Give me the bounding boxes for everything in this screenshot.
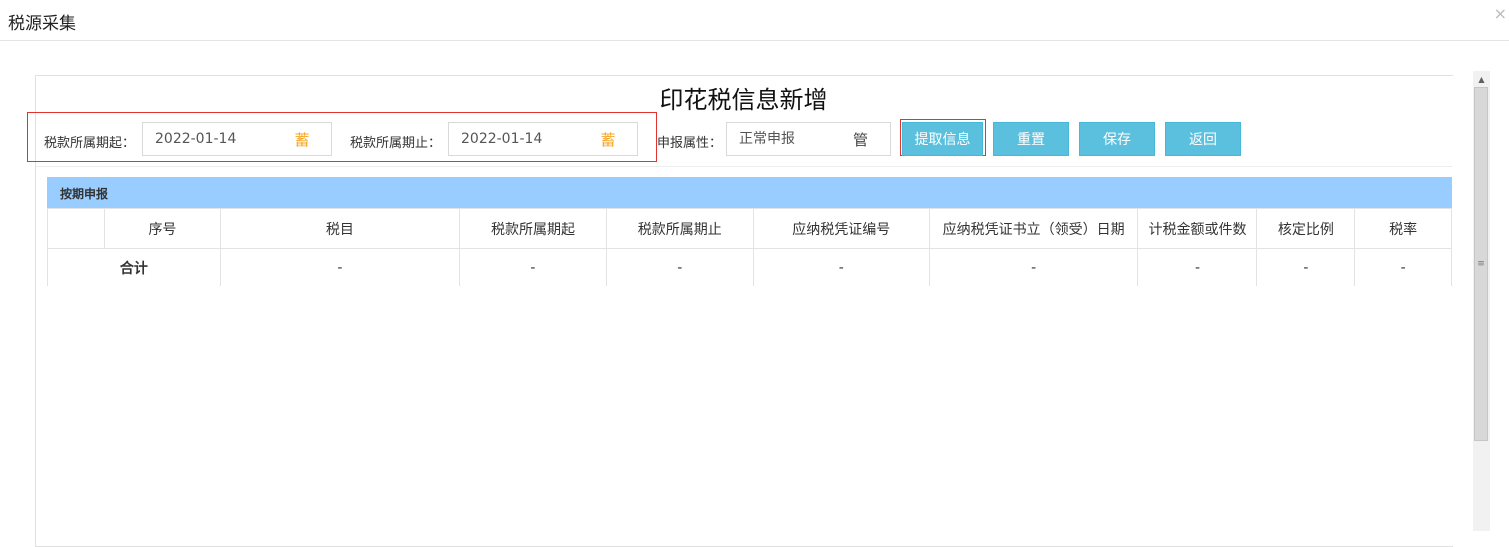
period-start-label: 税款所属期起： [44, 136, 136, 151]
table-header-row: 序号 税目 税款所属期起 税款所属期止 应纳税凭证编号 应纳税凭证书立（领受）日… [47, 208, 1452, 249]
vertical-scrollbar[interactable]: ▲ ≡ [1473, 71, 1490, 531]
window-header: 税源采集 × [0, 0, 1509, 41]
column-header: 核定比例 [1256, 208, 1356, 249]
column-header: 应纳税凭证书立（领受）日期 [928, 208, 1139, 249]
scroll-thumb[interactable]: ≡ [1474, 87, 1488, 441]
column-header: 税率 [1354, 208, 1452, 249]
declare-attr-label: 申报属性： [657, 136, 723, 151]
column-header: 应纳税凭证编号 [752, 208, 930, 249]
close-icon[interactable]: × [1494, 6, 1507, 22]
column-header [47, 208, 106, 249]
table-cell: - [752, 248, 930, 286]
save-button[interactable]: 保存 [1079, 122, 1155, 156]
column-header: 计税金额或件数 [1137, 208, 1258, 249]
page-title: 印花税信息新增 [659, 86, 828, 114]
table-cell: - [928, 248, 1139, 286]
table-cell: - [1354, 248, 1452, 286]
table-total-row: 合计 - - - - - - - - [47, 248, 1452, 286]
scroll-up-icon[interactable]: ▲ [1473, 71, 1490, 87]
section-title: 按期申报 [60, 187, 109, 201]
period-start-input[interactable]: 2022-01-14 [142, 122, 274, 156]
total-label: 合计 [47, 248, 221, 286]
table-cell: - [605, 248, 754, 286]
back-button[interactable]: 返回 [1165, 122, 1241, 156]
section-header: 按期申报 [47, 177, 1452, 208]
column-header: 序号 [104, 208, 221, 249]
table-cell: - [219, 248, 461, 286]
declare-attr-select[interactable]: 正常申报 [726, 122, 832, 156]
calendar-icon[interactable]: 蓄 [579, 122, 638, 156]
table-cell: - [1256, 248, 1356, 286]
window-title: 税源采集 [8, 14, 76, 34]
declaration-table: 序号 税目 税款所属期起 税款所属期止 应纳税凭证编号 应纳税凭证书立（领受）日… [47, 208, 1452, 286]
column-header: 税目 [219, 208, 461, 249]
period-end-label: 税款所属期止： [350, 136, 442, 151]
table-cell: - [1137, 248, 1258, 286]
form-divider [36, 166, 1452, 167]
fetch-info-button[interactable]: 提取信息 [902, 122, 983, 156]
reset-button[interactable]: 重置 [993, 122, 1069, 156]
select-icon[interactable]: 管 [831, 122, 891, 156]
column-header: 税款所属期起 [459, 208, 607, 249]
calendar-icon[interactable]: 蓄 [273, 122, 332, 156]
period-end-input[interactable]: 2022-01-14 [448, 122, 580, 156]
table-cell: - [459, 248, 607, 286]
column-header: 税款所属期止 [605, 208, 754, 249]
